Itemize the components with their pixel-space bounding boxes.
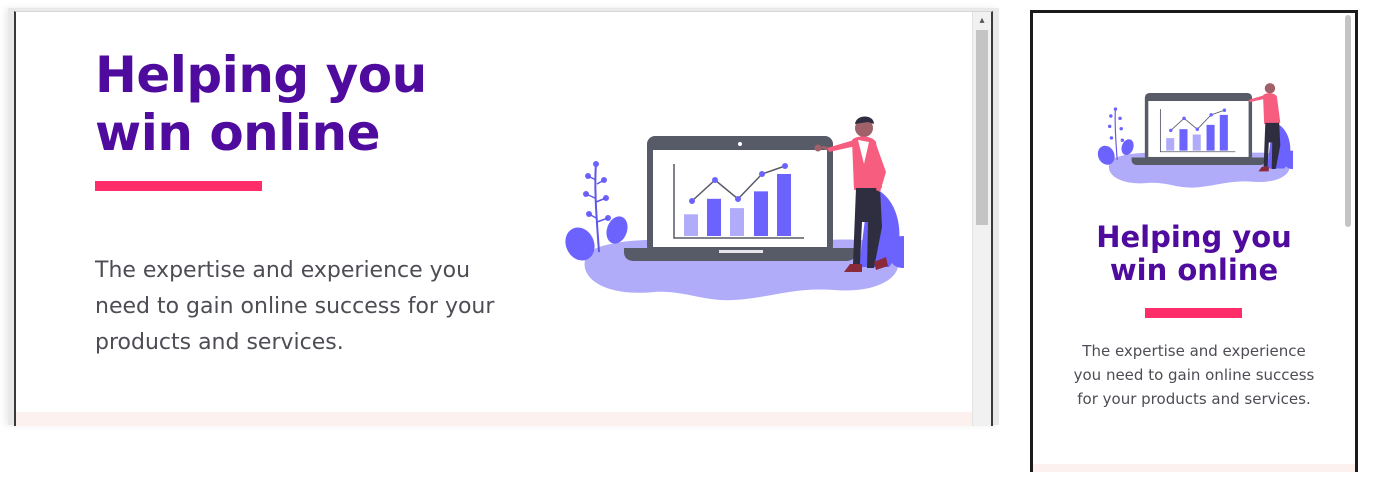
desktop-preview: Helping you win online The expertise and… [8,8,999,426]
hero-title-line-2: win online [95,104,381,162]
accent-underline-mobile [1145,308,1242,318]
illustration-bar [1166,138,1175,151]
mobile-scrollbar-thumb[interactable] [1345,15,1351,227]
scrollbar-thumb[interactable] [976,30,988,225]
accent-underline [95,181,262,191]
illustration-bar [754,191,768,236]
desktop-viewport[interactable]: Helping you win online The expertise and… [14,11,993,426]
hero-title-line-2-mobile: win online [1109,253,1279,287]
hero-title: Helping you win online [95,46,427,162]
hero-title-line-1: Helping you [95,46,427,104]
analytics-laptop-illustration-mobile [1097,83,1293,188]
desktop-scrollbar[interactable]: ▴ [972,12,991,426]
hero-title-mobile: Helping you win online [1033,221,1355,287]
illustration-bar [777,174,791,236]
scroll-up-arrow-icon[interactable]: ▴ [976,15,988,27]
hero-description: The expertise and experience you need to… [95,258,495,355]
next-section-preview-mobile [1033,464,1355,472]
illustration-bar [1219,114,1228,151]
hero-description-mobile: The expertise and experience you need to… [1073,342,1315,408]
illustration-bar [1206,124,1215,151]
illustration-bar [707,198,721,236]
next-section-preview [16,412,973,426]
analytics-laptop-illustration [565,116,904,301]
illustration-bar [684,214,698,236]
mobile-preview[interactable]: Helping you win online The expertise and… [1030,10,1358,472]
illustration-bar [730,208,744,236]
illustration-bar [1179,129,1188,151]
illustration-bar [1192,134,1201,151]
hero-title-line-1-mobile: Helping you [1096,220,1292,254]
